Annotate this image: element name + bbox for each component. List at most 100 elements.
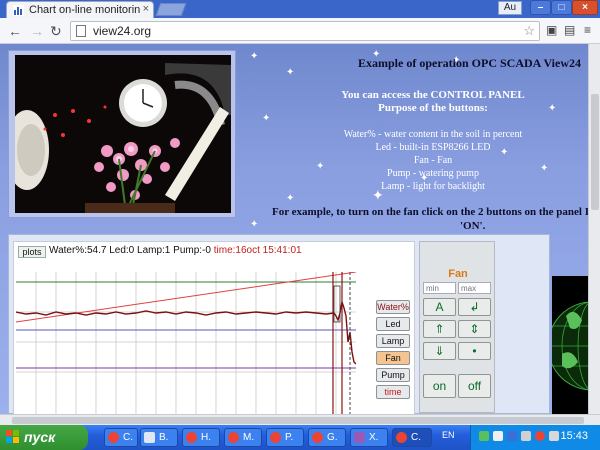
example-instruction-on: 'ON'. [460, 220, 486, 232]
taskbar-item[interactable]: B. [140, 428, 178, 447]
chrome-icon [108, 432, 119, 443]
sparkle-star-icon: ✦ [250, 219, 259, 230]
series-button-time[interactable]: time [376, 385, 410, 399]
chrome-icon [396, 432, 407, 443]
minimize-button[interactable]: – [530, 0, 551, 15]
browser-tab[interactable]: Chart on-line monitorin × [6, 1, 154, 18]
chart-favicon-icon [13, 5, 24, 16]
window-titlebar: Chart on-line monitorin × Au – □ × [0, 0, 600, 18]
example-instruction: For example, to turn on the fan click on… [272, 206, 588, 218]
vertical-scrollbar[interactable] [588, 44, 600, 414]
network-icon[interactable] [479, 431, 489, 441]
status-values: Water%:54.7 Led:0 Lamp:1 Pump:-0 [49, 245, 211, 256]
series-button-fan[interactable]: Fan [376, 351, 410, 365]
maximize-button[interactable]: □ [551, 0, 572, 15]
vertical-scroll-thumb[interactable] [591, 94, 599, 210]
series-button-water[interactable]: Water% [376, 300, 410, 314]
volume-icon[interactable] [521, 431, 531, 441]
off-button[interactable]: off [458, 374, 491, 398]
chrome-icon [228, 432, 239, 443]
taskbar-item[interactable]: X. [350, 428, 388, 447]
chrome-icon [312, 432, 323, 443]
reload-icon[interactable]: ↻ [50, 23, 62, 40]
control-panel-note: You can access the CONTROL PANEL [341, 89, 525, 101]
monitoring-panel: plots Water%:54.7 Led:0 Lamp:1 Pump:-0 t… [8, 234, 550, 414]
button-description-list: Water% - water content in the soil in pe… [268, 128, 588, 193]
status-time: time:16oct 15:41:01 [213, 245, 302, 256]
enter-button[interactable]: ↲ [458, 298, 491, 316]
max-input[interactable] [458, 282, 491, 294]
sparkle-star-icon: ✦ [250, 51, 259, 62]
tray-app-icon[interactable] [493, 431, 503, 441]
series-button-lamp[interactable]: Lamp [376, 334, 410, 348]
language-indicator[interactable]: EN [442, 430, 455, 440]
tab-close-icon[interactable]: × [143, 3, 149, 15]
page-icon [76, 25, 86, 37]
taskbar-item-label: H. [201, 432, 211, 443]
app-icon [144, 432, 155, 443]
tray-app-icon[interactable] [549, 431, 559, 441]
close-window-button[interactable]: × [572, 0, 598, 15]
min-input[interactable] [423, 282, 456, 294]
taskbar-item-label: C. [123, 432, 133, 443]
browser-toolbar: ← → ↻ view24.org ☆ ▣ ▤ ≡ [0, 18, 600, 44]
taskbar-item-label: P. [285, 432, 294, 443]
clock[interactable]: 15:43 [560, 430, 588, 442]
list-item: Pump - watering pump [387, 168, 479, 179]
system-tray: 15:43 [470, 425, 600, 450]
start-label: пуск [24, 429, 56, 445]
list-item: Lamp - light for backlight [381, 181, 485, 192]
taskbar-item-label: X. [369, 432, 379, 443]
taskbar-item[interactable]: C. [104, 428, 138, 447]
translate-icon[interactable]: ▤ [564, 23, 575, 37]
menu-icon[interactable]: ≡ [584, 23, 591, 37]
taskbar-item-label: M. [243, 432, 255, 443]
trend-plot[interactable] [16, 272, 356, 414]
auto-mode-button[interactable]: A [423, 298, 456, 316]
purpose-heading: Purpose of the buttons: [378, 102, 488, 114]
app-icon [354, 432, 365, 443]
windows-flag-icon [6, 430, 19, 443]
page-title: Example of operation OPC SCADA View24 [358, 56, 581, 70]
camera-photo-frame [8, 50, 236, 218]
taskbar-item[interactable]: M. [224, 428, 262, 447]
bookmark-star-icon[interactable]: ☆ [523, 23, 535, 39]
intro-section: Example of operation OPC SCADA View24 Yo… [268, 56, 588, 193]
series-button-pump[interactable]: Pump [376, 368, 410, 382]
series-toggle-buttons: Water% Led Lamp Fan Pump time [376, 300, 412, 402]
chart-area: plots Water%:54.7 Led:0 Lamp:1 Pump:-0 t… [13, 241, 415, 414]
setup-photo [15, 55, 231, 213]
series-button-led[interactable]: Led [376, 317, 410, 331]
plots-button[interactable]: plots [18, 246, 46, 258]
status-line: Water%:54.7 Led:0 Lamp:1 Pump:-0 time:16… [49, 245, 302, 256]
up-button[interactable]: ⇑ [423, 320, 456, 338]
down-button[interactable]: ⇓ [423, 342, 456, 360]
extension-icon[interactable]: ▣ [546, 23, 557, 37]
taskbar-item-label: B. [159, 432, 169, 443]
user-profile-badge[interactable]: Au [498, 1, 522, 15]
on-button[interactable]: on [423, 374, 456, 398]
dot-button[interactable]: • [458, 342, 491, 360]
taskbar-item[interactable]: H. [182, 428, 220, 447]
horizontal-scroll-thumb[interactable] [12, 417, 584, 424]
back-arrow-icon[interactable]: ← [8, 23, 22, 39]
taskbar-item[interactable]: G. [308, 428, 346, 447]
forward-arrow-icon[interactable]: → [30, 23, 44, 39]
up-down-button[interactable]: ⇕ [458, 320, 491, 338]
taskbar-item-label: G. [327, 432, 338, 443]
taskbar-item-active[interactable]: C. [392, 428, 432, 447]
address-bar[interactable]: view24.org ☆ [70, 21, 540, 41]
start-button[interactable]: пуск [0, 425, 88, 450]
globe-image [552, 276, 588, 414]
sparkle-star-icon: ✦ [286, 193, 295, 204]
list-item: Fan - Fan [413, 155, 453, 166]
security-icon[interactable] [535, 431, 545, 441]
device-control-panel: Fan A ↲ ⇑ ⇕ ⇓ • on off [419, 241, 495, 413]
bluetooth-icon[interactable] [507, 431, 517, 441]
taskbar-item[interactable]: P. [266, 428, 304, 447]
chrome-icon [270, 432, 281, 443]
list-item: Water% - water content in the soil in pe… [343, 129, 523, 140]
horizontal-scrollbar[interactable] [0, 414, 600, 425]
taskbar-item-label: C. [411, 432, 421, 443]
new-tab-button[interactable] [155, 3, 187, 16]
